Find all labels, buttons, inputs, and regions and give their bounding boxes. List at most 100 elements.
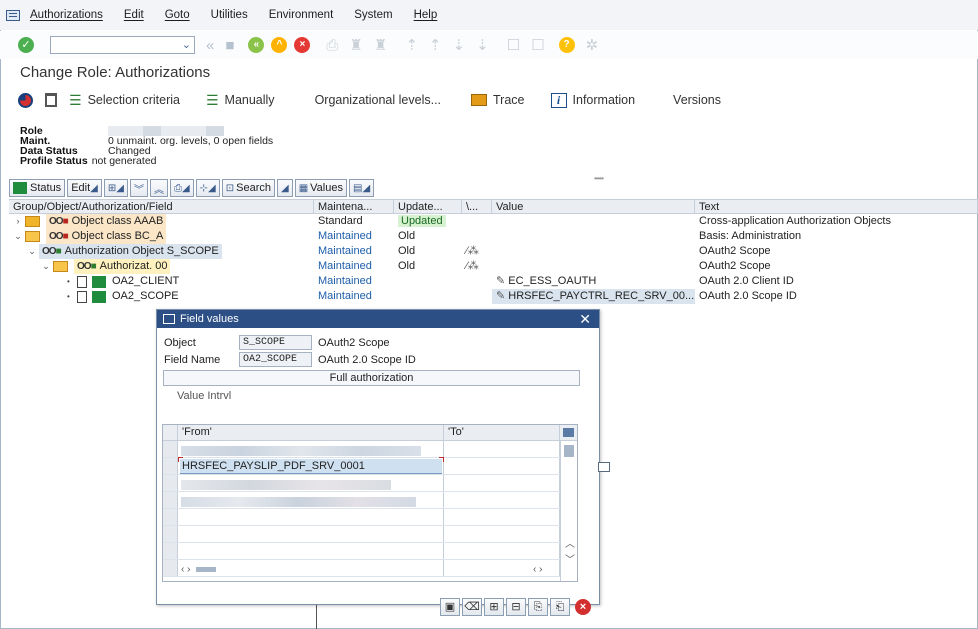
org-levels-pie-button[interactable] xyxy=(18,92,33,108)
org-levels-button[interactable]: Organizational levels... xyxy=(315,93,441,107)
col-from[interactable]: 'From' xyxy=(178,425,444,440)
select-all-column[interactable] xyxy=(163,425,178,440)
pencil-icon[interactable]: ✎ xyxy=(496,290,505,302)
edit-button[interactable]: Edit ◢ xyxy=(67,179,102,197)
chevron-down-icon[interactable]: ⌄ xyxy=(41,259,51,274)
table-row[interactable] xyxy=(163,475,577,492)
tree-row[interactable]: • OA2_CLIENT Maintained ✎ EC_ESS_OAUTH OA… xyxy=(9,274,978,289)
tree-row[interactable]: ⌄ OO■ Authorization Object S_SCOPE Maintai… xyxy=(9,244,978,259)
tree-row[interactable]: ⌄ OO■ Object class BC_A Maintained Old Bas… xyxy=(9,229,978,244)
wand-icon[interactable]: ⁄⁂ xyxy=(466,245,479,257)
menu-authorizations[interactable]: Authorizations xyxy=(30,9,103,21)
collapse-all-button[interactable]: ︽ xyxy=(149,179,168,197)
save-icon[interactable]: ■ xyxy=(225,38,234,53)
search-more-button[interactable]: ◢ xyxy=(277,179,293,197)
print-button[interactable]: ⎙ ◢ xyxy=(169,179,194,197)
scroll-right-icon[interactable]: › xyxy=(539,564,542,575)
col-update[interactable]: Update... xyxy=(394,200,462,213)
table-settings-icon[interactable] xyxy=(560,425,577,440)
ok-icon[interactable]: ✓ xyxy=(18,37,34,53)
search-button[interactable]: ⊡ Search xyxy=(221,179,275,197)
help-icon[interactable]: ? xyxy=(558,37,575,53)
back-icon[interactable]: « xyxy=(248,37,265,53)
cancel-button[interactable]: × xyxy=(575,599,591,615)
table-row[interactable] xyxy=(163,441,577,458)
chevron-down-icon[interactable]: ⌄ xyxy=(27,244,37,259)
find-next-icon[interactable]: ♜ xyxy=(374,38,387,53)
menu-help[interactable]: Help xyxy=(414,9,438,21)
last-page-icon[interactable]: ⇣ xyxy=(476,38,489,53)
tree-row[interactable]: • OA2_SCOPE Maintained ✎ HRSFEC_PAYCTRL_R… xyxy=(9,289,978,304)
first-page-icon[interactable]: ⇡ xyxy=(405,38,418,53)
table-row[interactable] xyxy=(163,492,577,509)
layout-button[interactable]: ▤ ◢ xyxy=(348,179,375,197)
values-button[interactable]: ▦ Values xyxy=(294,179,347,197)
find-icon[interactable]: ♜ xyxy=(349,38,362,53)
scroll-left-icon[interactable]: ‹ xyxy=(181,564,184,575)
shortcut-icon[interactable]: ☐ xyxy=(531,38,544,53)
menu-goto[interactable]: Goto xyxy=(165,9,190,21)
from-value-input[interactable]: HRSFEC_PAYSLIP_PDF_SRV_0001 xyxy=(178,457,444,474)
manually-button[interactable]: ☰ Manually xyxy=(206,92,275,109)
tree-options-button[interactable]: ⊹ ◢ xyxy=(195,179,220,197)
prev-page-icon[interactable]: ⇡ xyxy=(429,38,442,53)
wand-icon[interactable]: ⁄⁂ xyxy=(466,260,479,272)
status-button[interactable]: Status xyxy=(9,179,66,197)
next-page-icon[interactable]: ⇣ xyxy=(452,38,465,53)
tree-row[interactable]: › OO■ Object class AAAB Standard Updated C… xyxy=(9,214,978,229)
col-value[interactable]: Value xyxy=(492,200,695,213)
col-flag[interactable]: \... xyxy=(462,200,492,213)
copy-button[interactable]: ⎘ xyxy=(528,598,548,616)
versions-button[interactable]: Versions xyxy=(673,93,721,107)
delete-button[interactable] xyxy=(45,93,57,107)
command-field[interactable]: ⌄ xyxy=(50,36,195,54)
selection-criteria-button[interactable]: ☰ Selection criteria xyxy=(69,92,180,109)
scroll-thumb[interactable] xyxy=(564,445,574,457)
close-icon[interactable]: ✕ xyxy=(579,311,591,328)
menu-utilities[interactable]: Utilities xyxy=(211,9,248,21)
col-group-object[interactable]: Group/Object/Authorization/Field xyxy=(9,200,314,213)
table-row[interactable]: HRSFEC_PAYSLIP_PDF_SRV_0001 xyxy=(163,457,577,475)
exit-icon[interactable]: ^ xyxy=(271,37,288,53)
scroll-left-icon[interactable]: ‹ xyxy=(533,564,536,575)
new-session-icon[interactable]: ☐ xyxy=(507,38,520,53)
table-row[interactable] xyxy=(163,526,577,543)
delete-row-button[interactable]: ⊟ xyxy=(506,598,526,616)
insert-row-button[interactable]: ⊞ xyxy=(484,598,504,616)
paste-button[interactable]: ⎗ xyxy=(550,598,570,616)
table-row[interactable] xyxy=(163,543,577,560)
table-row[interactable] xyxy=(163,560,577,577)
multiple-selection-icon[interactable] xyxy=(598,462,610,472)
print-icon[interactable]: ⎙ xyxy=(326,38,338,53)
delete-button[interactable]: ⌫ xyxy=(462,598,482,616)
dialog-title-bar[interactable]: Field values ✕ xyxy=(157,310,599,328)
horizontal-scrollbar-to[interactable]: ‹ › xyxy=(533,564,542,575)
settings-icon[interactable]: ✲ xyxy=(586,38,599,53)
col-maintenance[interactable]: Maintena... xyxy=(314,200,394,213)
menu-system[interactable]: System xyxy=(354,9,392,21)
scroll-down-icon[interactable]: ﹀ xyxy=(565,551,575,566)
table-row[interactable] xyxy=(163,509,577,526)
scroll-up-icon[interactable]: ︿ xyxy=(565,535,575,550)
tree-row[interactable]: ⌄ OO■ Authorizat. 00 Maintained Old ⁄⁂ OAu… xyxy=(9,259,978,274)
chevron-down-icon[interactable]: ⌄ xyxy=(13,229,23,244)
col-to[interactable]: 'To' xyxy=(444,425,560,440)
splitter-handle[interactable]: ••••• xyxy=(594,174,604,183)
chevron-right-icon[interactable]: › xyxy=(13,214,23,229)
information-button[interactable]: i Information xyxy=(550,92,635,108)
vertical-scrollbar[interactable]: ︿ ﹀ xyxy=(560,441,577,581)
cancel-icon[interactable]: × xyxy=(294,37,311,53)
expand-all-button[interactable]: ︾ xyxy=(129,179,148,197)
hierarchy-button[interactable]: ⊞ ◢ xyxy=(103,179,128,197)
col-text[interactable]: Text xyxy=(695,200,978,213)
trace-button[interactable]: Trace xyxy=(471,93,525,107)
full-authorization-button[interactable]: Full authorization xyxy=(163,370,580,386)
pencil-icon[interactable]: ✎ xyxy=(496,275,505,287)
scroll-right-icon[interactable]: › xyxy=(187,564,190,575)
horizontal-scrollbar-from[interactable]: ‹ › xyxy=(181,564,217,575)
menu-edit[interactable]: Edit xyxy=(124,9,144,21)
menu-icon[interactable] xyxy=(6,9,20,21)
menu-environment[interactable]: Environment xyxy=(269,9,334,21)
save-button[interactable]: ▣ xyxy=(440,598,460,616)
chevron-down-icon[interactable]: ⌄ xyxy=(182,38,191,51)
